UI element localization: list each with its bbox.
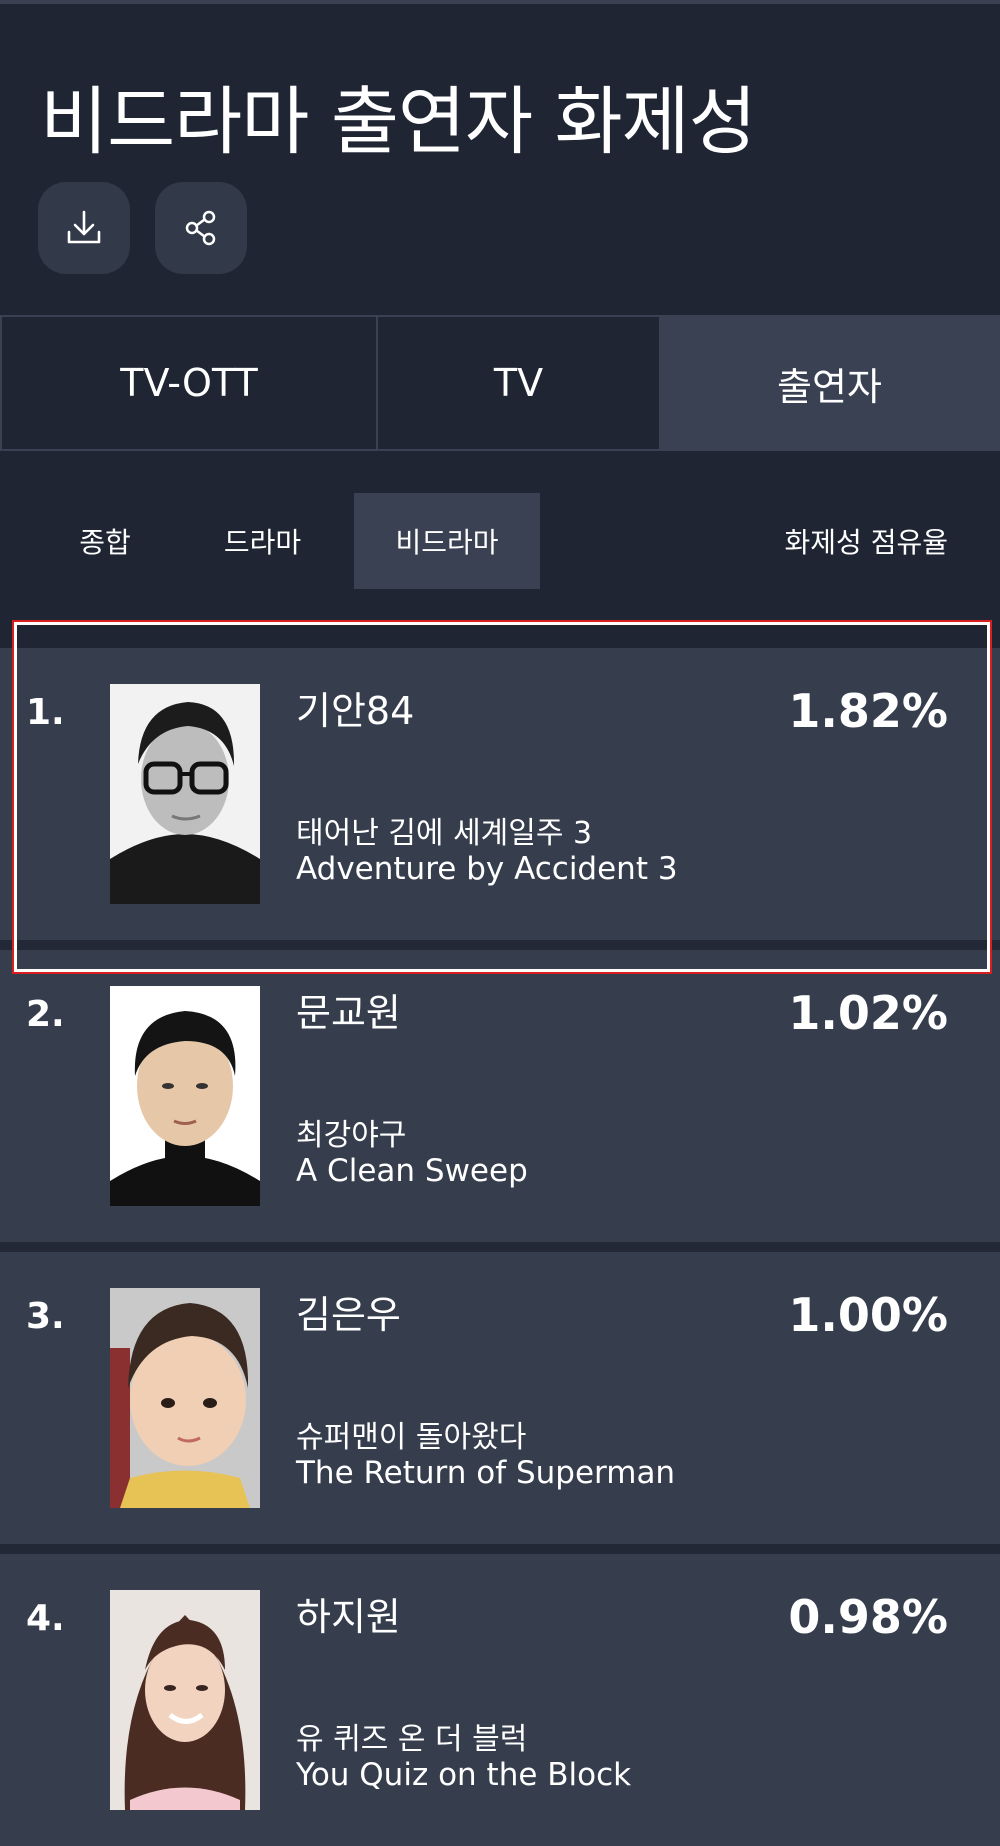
- subtab-non-drama[interactable]: 비드라마: [354, 493, 540, 589]
- top-divider: [0, 0, 1000, 4]
- share-percentage: 1.00%: [788, 1288, 948, 1342]
- program-title-ko: 슈퍼맨이 돌아왔다: [296, 1420, 527, 1455]
- performer-photo: [110, 986, 260, 1206]
- category-tabs: TV-OTT TV 출연자: [0, 315, 1000, 451]
- page-title: 비드라마 출연자 화제성: [40, 79, 757, 165]
- highlight-box: [12, 620, 992, 974]
- share-percentage: 0.98%: [788, 1590, 948, 1644]
- rank-number: 4.: [26, 1598, 65, 1639]
- share-icon: [185, 210, 216, 246]
- download-button[interactable]: [38, 182, 130, 274]
- performer-name: 하지원: [296, 1595, 401, 1639]
- program-title-en: A Clean Sweep: [296, 1153, 528, 1189]
- rank-number: 2.: [26, 994, 65, 1035]
- ranking-row[interactable]: 3. 김은우 1.00% 슈퍼맨이 돌아왔다 The Return of Sup…: [0, 1252, 1000, 1544]
- tab-performers[interactable]: 출연자: [661, 315, 1000, 451]
- subcategory-tabs: 종합 드라마 비드라마 화제성 점유율: [0, 493, 1000, 589]
- row-divider: [0, 1242, 1000, 1252]
- ranking-row[interactable]: 4. 하지원 0.98% 유 퀴즈 온 더 블럭 You Quiz on the…: [0, 1554, 1000, 1846]
- performer-photo: [110, 1288, 260, 1508]
- performer-photo: [110, 1590, 260, 1810]
- row-divider: [0, 1544, 1000, 1554]
- share-label: 화제성 점유율: [784, 526, 948, 559]
- subtab-drama[interactable]: 드라마: [200, 493, 325, 589]
- share-percentage: 1.02%: [788, 986, 948, 1040]
- tab-tv[interactable]: TV: [378, 315, 661, 451]
- ranking-row[interactable]: 2. 문교원 1.02% 최강야구 A Clean Sweep: [0, 950, 1000, 1242]
- download-icon: [67, 210, 101, 244]
- program-title-ko: 유 퀴즈 온 더 블럭: [296, 1722, 528, 1757]
- share-button[interactable]: [155, 182, 247, 274]
- program-title-en: The Return of Superman: [296, 1455, 676, 1491]
- performer-name: 문교원: [296, 991, 401, 1035]
- program-title-en: You Quiz on the Block: [296, 1757, 632, 1793]
- subtab-overall[interactable]: 종합: [55, 493, 155, 589]
- rank-number: 3.: [26, 1296, 65, 1337]
- program-title-ko: 최강야구: [296, 1118, 407, 1153]
- performer-name: 김은우: [296, 1293, 401, 1337]
- tab-tv-ott[interactable]: TV-OTT: [0, 315, 378, 451]
